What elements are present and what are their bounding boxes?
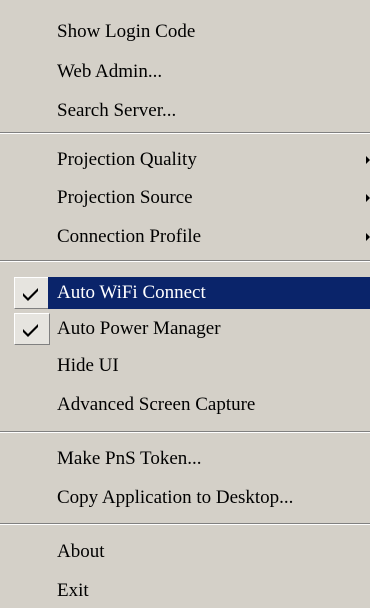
- menu-item-projection-source[interactable]: Projection Source: [0, 182, 370, 214]
- menu-item-label: Projection Source: [57, 187, 193, 208]
- menu-item-connection-profile[interactable]: Connection Profile: [0, 221, 370, 253]
- menu-item-exit[interactable]: Exit: [0, 575, 370, 607]
- menu-item-label: Auto WiFi Connect: [57, 282, 206, 303]
- menu-item-label: Connection Profile: [57, 226, 202, 247]
- menu-separator: [0, 523, 370, 525]
- checkmark-icon: [23, 288, 38, 301]
- menu-item-copy-application-to-desktop[interactable]: Copy Application to Desktop...: [0, 482, 370, 514]
- checkmark-icon: [23, 324, 38, 337]
- context-menu: Show Login Code Web Admin... Search Serv…: [0, 0, 370, 608]
- menu-item-web-admin[interactable]: Web Admin...: [0, 56, 370, 88]
- menu-item-label: About: [57, 541, 105, 562]
- menu-item-label: Exit: [57, 580, 89, 601]
- menu-item-auto-power-manager[interactable]: Auto Power Manager: [0, 313, 370, 345]
- menu-item-make-pns-token[interactable]: Make PnS Token...: [0, 443, 370, 475]
- menu-item-advanced-screen-capture[interactable]: Advanced Screen Capture: [0, 389, 370, 421]
- menu-item-label: Hide UI: [57, 355, 119, 376]
- menu-item-hide-ui[interactable]: Hide UI: [0, 350, 370, 382]
- menu-item-label: Projection Quality: [57, 149, 197, 170]
- menu-separator: [0, 260, 370, 262]
- submenu-arrow-icon: [366, 194, 370, 202]
- menu-separator: [0, 431, 370, 433]
- menu-item-label: Advanced Screen Capture: [57, 394, 256, 415]
- menu-item-label: Search Server...: [57, 100, 177, 121]
- menu-item-search-server[interactable]: Search Server...: [0, 95, 370, 127]
- submenu-arrow-icon: [366, 233, 370, 241]
- menu-item-label: Make PnS Token...: [57, 448, 202, 469]
- menu-separator: [0, 132, 370, 134]
- menu-item-label: Show Login Code: [57, 21, 196, 42]
- menu-item-label: Auto Power Manager: [57, 318, 221, 339]
- menu-item-show-login-code[interactable]: Show Login Code: [0, 16, 370, 48]
- menu-item-about[interactable]: About: [0, 536, 370, 568]
- menu-item-auto-wifi-connect[interactable]: Auto WiFi Connect: [48, 277, 370, 309]
- menu-item-label: Copy Application to Desktop...: [57, 487, 294, 508]
- menu-item-label: Web Admin...: [57, 61, 163, 82]
- menu-item-projection-quality[interactable]: Projection Quality: [0, 144, 370, 176]
- submenu-arrow-icon: [366, 156, 370, 164]
